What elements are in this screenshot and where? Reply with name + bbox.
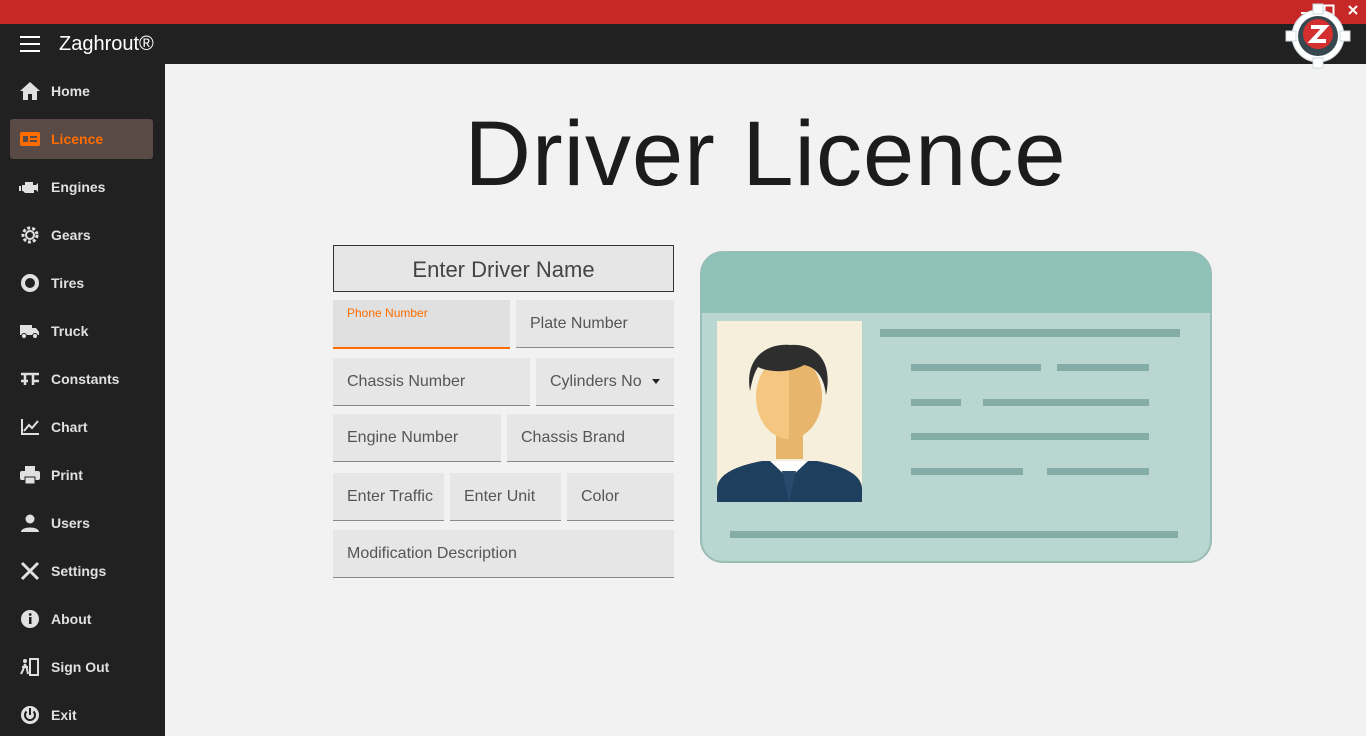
info-icon <box>19 609 41 629</box>
home-icon <box>19 81 41 101</box>
page-title: Driver Licence <box>464 103 1067 205</box>
sidebar-item-label: About <box>51 611 92 627</box>
app-title: Zaghrout® <box>59 33 154 55</box>
sidebar-item-settings[interactable]: Settings <box>10 551 153 591</box>
sidebar-item-label: Gears <box>51 227 91 243</box>
print-icon <box>19 465 41 485</box>
sidebar-item-exit[interactable]: Exit <box>10 695 153 735</box>
sidebar-item-sign-out[interactable]: Sign Out <box>10 647 153 687</box>
sidebar-item-gears[interactable]: Gears <box>10 215 153 255</box>
sidebar-item-label: Constants <box>51 371 120 387</box>
engine-number-input[interactable]: Engine Number <box>333 414 501 462</box>
sign-out-icon <box>19 657 41 677</box>
menu-icon[interactable] <box>20 36 40 52</box>
driver-name-input[interactable]: Enter Driver Name <box>333 245 674 292</box>
id-card-illustration <box>700 251 1212 563</box>
sidebar-item-tires[interactable]: Tires <box>10 263 153 303</box>
tire-icon <box>19 273 41 293</box>
chassis-number-placeholder: Chassis Number <box>347 373 466 390</box>
chevron-down-icon <box>652 379 660 384</box>
sidebar-item-label: Settings <box>51 563 107 579</box>
color-placeholder: Color <box>581 488 620 505</box>
plate-number-input[interactable]: Plate Number <box>516 300 674 348</box>
chassis-number-input[interactable]: Chassis Number <box>333 358 530 406</box>
sidebar-item-label: Home <box>51 83 90 99</box>
id-card-icon <box>19 129 41 149</box>
user-icon <box>19 513 41 533</box>
sidebar-item-engines[interactable]: Engines <box>10 167 153 207</box>
modification-description-placeholder: Modification Description <box>347 545 517 562</box>
app-bar: Zaghrout® <box>0 24 1366 64</box>
driver-name-placeholder: Enter Driver Name <box>412 257 595 282</box>
truck-icon <box>19 321 41 341</box>
sidebar-item-chart[interactable]: Chart <box>10 407 153 447</box>
engine-number-placeholder: Engine Number <box>347 429 459 446</box>
sidebar-item-label: Truck <box>51 323 89 339</box>
sidebar-item-label: Licence <box>51 131 104 147</box>
sidebar-item-about[interactable]: About <box>10 599 153 639</box>
sidebar-item-print[interactable]: Print <box>10 455 153 495</box>
sidebar-item-label: Users <box>51 515 90 531</box>
chart-icon <box>19 417 41 437</box>
traffic-placeholder: Enter Traffic <box>347 488 433 505</box>
chassis-brand-placeholder: Chassis Brand <box>521 429 626 446</box>
tools-icon <box>19 561 41 581</box>
sidebar-item-label: Chart <box>51 419 88 435</box>
unit-placeholder: Enter Unit <box>464 488 536 505</box>
modification-description-input[interactable]: Modification Description <box>333 530 674 578</box>
chassis-brand-input[interactable]: Chassis Brand <box>507 414 674 462</box>
engine-icon <box>19 177 41 197</box>
unit-input[interactable]: Enter Unit <box>450 473 561 521</box>
color-input[interactable]: Color <box>567 473 674 521</box>
phone-number-input[interactable]: Phone Number <box>333 300 510 349</box>
sidebar-item-users[interactable]: Users <box>10 503 153 543</box>
window-titlebar <box>0 0 1366 24</box>
traffic-input[interactable]: Enter Traffic <box>333 473 444 521</box>
app-logo <box>1284 2 1352 70</box>
sidebar-item-constants[interactable]: Constants <box>10 359 153 399</box>
sidebar: Home Licence Engines Gears Tires Truck C… <box>0 64 165 736</box>
sidebar-item-label: Exit <box>51 707 77 723</box>
sidebar-item-truck[interactable]: Truck <box>10 311 153 351</box>
sidebar-item-label: Tires <box>51 275 85 291</box>
cylinders-select[interactable]: Cylinders No <box>536 358 674 406</box>
sidebar-item-label: Sign Out <box>51 659 110 675</box>
sidebar-item-licence[interactable]: Licence <box>10 119 153 159</box>
gear-icon <box>19 225 41 245</box>
sidebar-item-home[interactable]: Home <box>10 71 153 111</box>
cylinders-placeholder: Cylinders No <box>550 373 642 390</box>
phone-number-label: Phone Number <box>347 306 428 320</box>
sidebar-item-label: Print <box>51 467 83 483</box>
constants-icon <box>19 369 41 389</box>
power-icon <box>19 705 41 725</box>
plate-number-placeholder: Plate Number <box>530 315 628 332</box>
sidebar-item-label: Engines <box>51 179 106 195</box>
